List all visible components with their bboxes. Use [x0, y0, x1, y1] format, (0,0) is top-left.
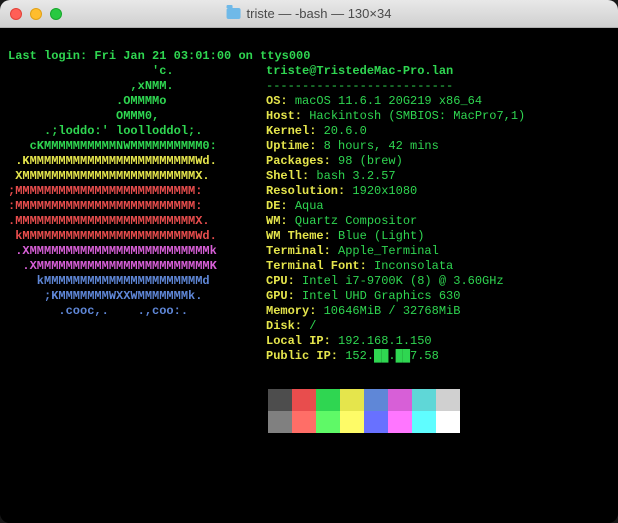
traffic-lights — [10, 8, 62, 20]
terminal-body[interactable]: Last login: Fri Jan 21 03:01:00 on ttys0… — [0, 28, 618, 523]
logo-line: kMMMMMMMMMMMMMMMMMMMMMMMMWd. — [8, 229, 217, 243]
last-login: Last login: Fri Jan 21 03:01:00 on ttys0… — [8, 49, 310, 63]
info-line: Local IP: 192.168.1.150 — [266, 334, 432, 348]
info-line: Memory: 10646MiB / 32768MiB — [266, 304, 460, 318]
color-swatch — [340, 411, 364, 433]
close-button[interactable] — [10, 8, 22, 20]
info-line: CPU: Intel i7-9700K (8) @ 3.60GHz — [266, 274, 504, 288]
maximize-button[interactable] — [50, 8, 62, 20]
color-swatch — [364, 389, 388, 411]
logo-line: .XMMMMMMMMMMMMMMMMMMMMMMMMK — [8, 259, 217, 273]
logo-line: 'c. — [8, 64, 217, 78]
color-swatch — [436, 411, 460, 433]
logo-line: ;KMMMMMMMWXXWMMMMMMMk. — [8, 289, 217, 303]
folder-icon — [227, 8, 241, 19]
logo-line: .MMMMMMMMMMMMMMMMMMMMMMMMMX. — [8, 214, 217, 228]
info-line: Shell: bash 3.2.57 — [266, 169, 396, 183]
logo-line: :MMMMMMMMMMMMMMMMMMMMMMMMM: — [8, 199, 217, 213]
neofetch-output: 'c. ,xNMM. .OMMMMo OMMM0, .;loddo:' lool… — [8, 64, 610, 364]
color-swatch — [364, 411, 388, 433]
color-swatch — [412, 389, 436, 411]
info-line: DE: Aqua — [266, 199, 324, 213]
info-line: Resolution: 1920x1080 — [266, 184, 417, 198]
logo-line: .XMMMMMMMMMMMMMMMMMMMMMMMMMk — [8, 244, 217, 258]
color-swatch — [292, 411, 316, 433]
logo-line: ,xNMM. — [8, 79, 217, 93]
terminal-window: triste — -bash — 130×34 Last login: Fri … — [0, 0, 618, 523]
info-line: Host: Hackintosh (SMBIOS: MacPro7,1) — [266, 109, 525, 123]
color-swatch — [340, 389, 364, 411]
logo-line: .;loddo:' loolloddol;. — [8, 124, 217, 138]
color-swatch — [268, 389, 292, 411]
color-swatch — [412, 411, 436, 433]
color-swatch — [292, 389, 316, 411]
info-line: Disk: / — [266, 319, 316, 333]
color-swatch — [316, 389, 340, 411]
minimize-button[interactable] — [30, 8, 42, 20]
color-swatch — [388, 411, 412, 433]
logo-line: .OMMMMo — [8, 94, 217, 108]
info-line: Terminal Font: Inconsolata — [266, 259, 453, 273]
info-line: Uptime: 8 hours, 42 mins — [266, 139, 439, 153]
info-line: Packages: 98 (brew) — [266, 154, 403, 168]
user-host: triste@TristedeMac-Pro.lan — [266, 64, 453, 78]
logo-line: .KMMMMMMMMMMMMMMMMMMMMMMMWd. — [8, 154, 217, 168]
info-line: WM Theme: Blue (Light) — [266, 229, 424, 243]
ascii-logo: 'c. ,xNMM. .OMMMMo OMMM0, .;loddo:' lool… — [8, 64, 266, 364]
system-info: triste@TristedeMac-Pro.lan -------------… — [266, 64, 610, 364]
logo-line: kMMMMMMMMMMMMMMMMMMMMMMd — [8, 274, 217, 288]
info-line: Terminal: Apple_Terminal — [266, 244, 439, 258]
color-swatch — [388, 389, 412, 411]
logo-line: cKMMMMMMMMMMNWMMMMMMMMMM0: — [8, 139, 217, 153]
window-title: triste — -bash — 130×34 — [227, 6, 392, 21]
divider: -------------------------- — [266, 79, 453, 93]
color-swatch — [436, 389, 460, 411]
logo-line: XMMMMMMMMMMMMMMMMMMMMMMMMX. — [8, 169, 217, 183]
info-line: WM: Quartz Compositor — [266, 214, 417, 228]
info-line: Kernel: 20.6.0 — [266, 124, 367, 138]
logo-line: .cooc,. .,coo:. — [8, 304, 217, 318]
color-swatches — [268, 389, 610, 433]
logo-line: OMMM0, — [8, 109, 217, 123]
info-line: Public IP: 152.██.██7.58 — [266, 349, 439, 363]
window-title-text: triste — -bash — 130×34 — [247, 6, 392, 21]
titlebar[interactable]: triste — -bash — 130×34 — [0, 0, 618, 28]
info-line: OS: macOS 11.6.1 20G219 x86_64 — [266, 94, 482, 108]
color-swatch — [268, 411, 292, 433]
info-line: GPU: Intel UHD Graphics 630 — [266, 289, 460, 303]
logo-line: ;MMMMMMMMMMMMMMMMMMMMMMMMM: — [8, 184, 217, 198]
color-swatch — [316, 411, 340, 433]
